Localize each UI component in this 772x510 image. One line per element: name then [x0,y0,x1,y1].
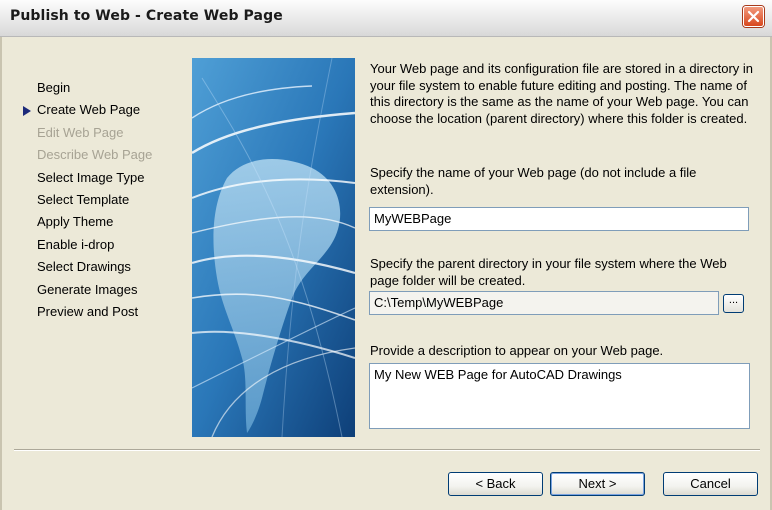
browse-label: ... [728,294,739,306]
step-label: Edit Web Page [37,124,124,140]
parent-directory-input[interactable]: C:\Temp\MyWEBPage [369,291,719,315]
step-edit-web-page: Edit Web Page [37,122,152,144]
button-separator [14,449,760,451]
close-icon [747,10,760,23]
step-create-web-page: Create Web Page [23,99,152,121]
step-label: Select Image Type [37,169,145,185]
close-button[interactable] [743,6,764,27]
browse-button[interactable]: ... [723,294,744,313]
current-step-arrow-icon [23,106,31,117]
step-label: Select Template [37,191,130,207]
step-label: Generate Images [37,281,138,297]
wizard-steps: Begin Create Web Page Edit Web Page Desc… [23,77,152,323]
step-label: Describe Web Page [37,147,153,163]
step-preview-and-post: Preview and Post [37,301,152,323]
step-label: Apply Theme [37,214,114,230]
step-select-template: Select Template [37,189,152,211]
step-begin: Begin [37,77,152,99]
intro-text: Your Web page and its configuration file… [370,61,754,126]
dir-prompt: Specify the parent directory in your fil… [370,256,727,288]
step-label: Create Web Page [37,102,141,118]
window-title: Publish to Web - Create Web Page [10,8,283,24]
step-label: Select Drawings [37,259,131,275]
globe-network-graphic [192,58,355,437]
description-prompt: Provide a description to appear on your … [370,343,664,358]
step-label: Preview and Post [37,303,139,319]
title-bar[interactable]: Publish to Web - Create Web Page [0,0,772,37]
next-button[interactable]: Next > [550,472,645,496]
web-page-name-input[interactable]: MyWEBPage [369,207,749,231]
step-select-drawings: Select Drawings [37,256,152,278]
step-label: Begin [37,80,71,95]
step-describe-web-page: Describe Web Page [37,144,152,166]
step-apply-theme: Apply Theme [37,211,152,233]
description-textarea[interactable]: My New WEB Page for AutoCAD Drawings [369,363,750,429]
step-enable-i-drop: Enable i-drop [37,234,152,256]
back-button[interactable]: < Back [448,472,543,496]
step-label: Enable i-drop [37,236,115,252]
name-prompt: Specify the name of your Web page (do no… [370,165,697,197]
step-select-image-type: Select Image Type [37,167,152,189]
south-america-globe-image [192,58,355,437]
cancel-button[interactable]: Cancel [663,472,758,496]
dialog-body: Begin Create Web Page Edit Web Page Desc… [0,37,772,510]
publish-to-web-dialog: Publish to Web - Create Web Page Begin C… [0,0,772,510]
step-generate-images: Generate Images [37,279,152,301]
